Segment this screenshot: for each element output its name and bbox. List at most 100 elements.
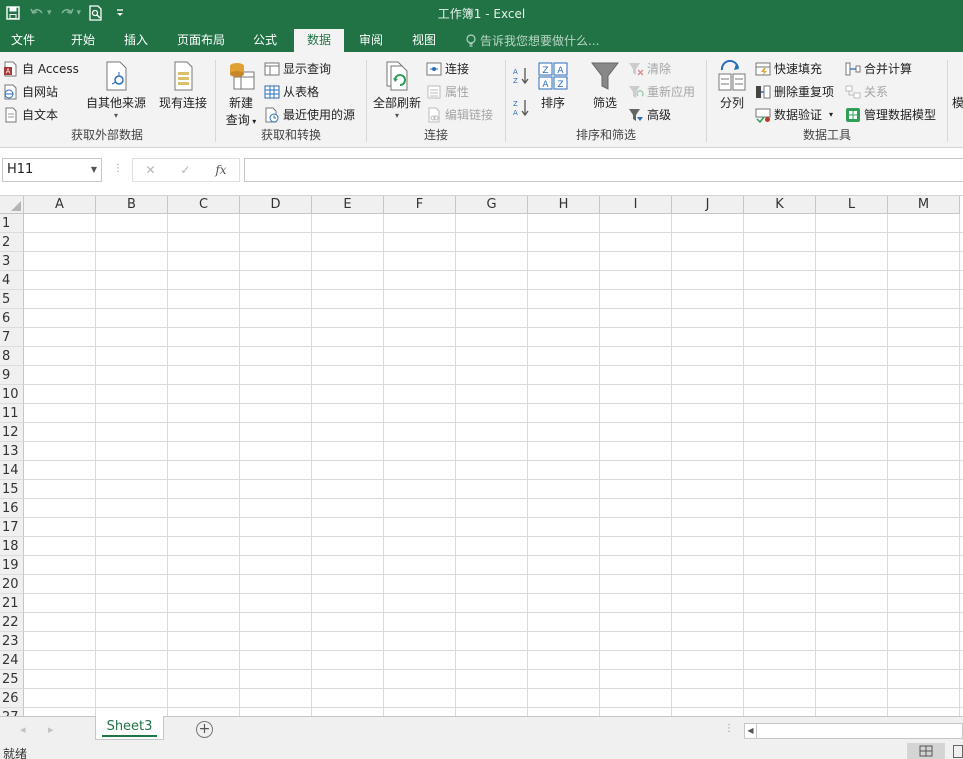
row-header[interactable]: 15 <box>0 480 24 499</box>
scroll-sheets-right-icon[interactable]: ▸ <box>48 723 54 736</box>
row-header[interactable]: 24 <box>0 651 24 670</box>
sort-descending-button[interactable]: ZA <box>512 98 530 118</box>
column-header[interactable]: A <box>24 196 96 214</box>
row-header[interactable]: 19 <box>0 556 24 575</box>
row-header[interactable]: 27 <box>0 708 24 716</box>
sort-ascending-button[interactable]: AZ <box>512 66 530 86</box>
from-web-button[interactable]: 自网站 <box>3 83 58 100</box>
sheet-tab-sheet3[interactable]: Sheet3 <box>95 716 164 740</box>
row-header[interactable]: 9 <box>0 366 24 385</box>
column-header[interactable]: K <box>744 196 816 214</box>
row-header[interactable]: 26 <box>0 689 24 708</box>
new-sheet-plus-icon[interactable]: + <box>196 721 213 738</box>
normal-view-icon[interactable] <box>907 743 945 759</box>
remove-duplicates-button[interactable]: 删除重复项 <box>755 83 834 100</box>
row-header[interactable]: 6 <box>0 309 24 328</box>
row-header[interactable]: 4 <box>0 271 24 290</box>
edit-links-button[interactable]: 编辑链接 <box>426 106 493 123</box>
insert-function-icon[interactable]: fx <box>215 163 226 177</box>
horizontal-scrollbar[interactable]: ◀ <box>744 723 963 739</box>
formula-bar-resize-handle[interactable]: ⋮ <box>113 163 123 174</box>
column-header[interactable]: G <box>456 196 528 214</box>
manage-data-model-button[interactable]: 管理数据模型 <box>845 106 936 123</box>
column-header[interactable]: C <box>168 196 240 214</box>
row-header[interactable]: 16 <box>0 499 24 518</box>
tab-file[interactable]: 文件 <box>0 29 46 52</box>
tab-review[interactable]: 审阅 <box>348 29 394 52</box>
existing-connections-button[interactable]: 现有连接 <box>156 60 210 111</box>
column-header[interactable]: L <box>816 196 888 214</box>
select-all-corner[interactable] <box>0 196 24 214</box>
row-header[interactable]: 8 <box>0 347 24 366</box>
enter-check-icon[interactable]: ✓ <box>180 163 190 177</box>
name-box-dropdown-icon[interactable]: ▼ <box>91 159 97 181</box>
column-header[interactable]: I <box>600 196 672 214</box>
consolidate-button[interactable]: 合并计算 <box>845 60 912 77</box>
column-header[interactable]: F <box>384 196 456 214</box>
formula-input[interactable] <box>244 158 963 182</box>
tab-formulas[interactable]: 公式 <box>242 29 288 52</box>
text-to-columns-button[interactable]: 分列 <box>713 60 751 111</box>
reapply-button[interactable]: 重新应用 <box>628 83 695 100</box>
scroll-left-arrow-icon[interactable]: ◀ <box>745 724 757 738</box>
column-header[interactable]: B <box>96 196 168 214</box>
tell-me-search[interactable]: 告诉我您想要做什么... <box>466 29 599 52</box>
from-text-button[interactable]: 自文本 <box>3 106 58 123</box>
row-header[interactable]: 17 <box>0 518 24 537</box>
page-layout-view-icon[interactable] <box>953 745 963 758</box>
new-query-icon <box>230 63 255 90</box>
recent-sources-button[interactable]: 最近使用的源 <box>264 106 355 123</box>
row-header[interactable]: 11 <box>0 404 24 423</box>
connections-icon <box>426 61 442 77</box>
ribbon-overflow-button[interactable]: 模 <box>952 94 963 111</box>
flash-fill-button[interactable]: 快速填充 <box>755 60 822 77</box>
column-header[interactable]: J <box>672 196 744 214</box>
from-other-sources-button[interactable]: 自其他来源 ▾ <box>84 60 148 120</box>
row-header[interactable]: 14 <box>0 461 24 480</box>
row-header[interactable]: 20 <box>0 575 24 594</box>
column-header[interactable]: H <box>528 196 600 214</box>
row-header[interactable]: 21 <box>0 594 24 613</box>
tab-insert[interactable]: 插入 <box>111 29 161 52</box>
connections-button[interactable]: 连接 <box>426 60 469 77</box>
sort-icon: Z AA Z <box>538 62 568 90</box>
show-queries-button[interactable]: 显示查询 <box>264 60 331 77</box>
column-header[interactable]: D <box>240 196 312 214</box>
filter-button[interactable]: 筛选 <box>588 60 622 111</box>
advanced-filter-button[interactable]: 高级 <box>628 106 671 123</box>
row-header[interactable]: 2 <box>0 233 24 252</box>
row-header[interactable]: 25 <box>0 670 24 689</box>
tab-home[interactable]: 开始 <box>58 29 108 52</box>
relationships-button[interactable]: 关系 <box>845 83 888 100</box>
cell-area[interactable] <box>24 214 963 716</box>
name-box[interactable]: H11 ▼ <box>2 158 102 182</box>
column-header[interactable]: E <box>312 196 384 214</box>
row-header[interactable]: 10 <box>0 385 24 404</box>
sort-button[interactable]: ZAAZ 排序 <box>536 60 570 111</box>
from-table-button[interactable]: 从表格 <box>264 83 319 100</box>
row-header[interactable]: 3 <box>0 252 24 271</box>
tab-view[interactable]: 视图 <box>401 29 447 52</box>
tab-page-layout[interactable]: 页面布局 <box>166 29 236 52</box>
properties-button[interactable]: 属性 <box>426 83 469 100</box>
data-validation-button[interactable]: 数据验证 ▾ <box>755 106 833 123</box>
row-header[interactable]: 1 <box>0 214 24 233</box>
tab-data[interactable]: 数据 <box>294 29 344 52</box>
tab-split-handle[interactable]: ⋮ <box>724 723 734 734</box>
scroll-sheets-left-icon[interactable]: ◂ <box>20 723 26 736</box>
row-header[interactable]: 18 <box>0 537 24 556</box>
row-header[interactable]: 12 <box>0 423 24 442</box>
row-header[interactable]: 7 <box>0 328 24 347</box>
new-query-button[interactable]: 新建 查询 ▾ <box>220 60 262 128</box>
column-header[interactable]: M <box>888 196 960 214</box>
cancel-icon[interactable]: ✕ <box>145 163 155 177</box>
svg-text:Z: Z <box>513 77 518 85</box>
row-header[interactable]: 13 <box>0 442 24 461</box>
title-bar: ▾ ▾ 工作簿1 - Excel <box>0 0 963 26</box>
refresh-all-button[interactable]: 全部刷新 ▾ <box>371 60 423 120</box>
row-header[interactable]: 5 <box>0 290 24 309</box>
row-header[interactable]: 23 <box>0 632 24 651</box>
row-header[interactable]: 22 <box>0 613 24 632</box>
from-access-button[interactable]: A 自 Access <box>3 60 79 77</box>
clear-filter-button[interactable]: 清除 <box>628 60 671 77</box>
